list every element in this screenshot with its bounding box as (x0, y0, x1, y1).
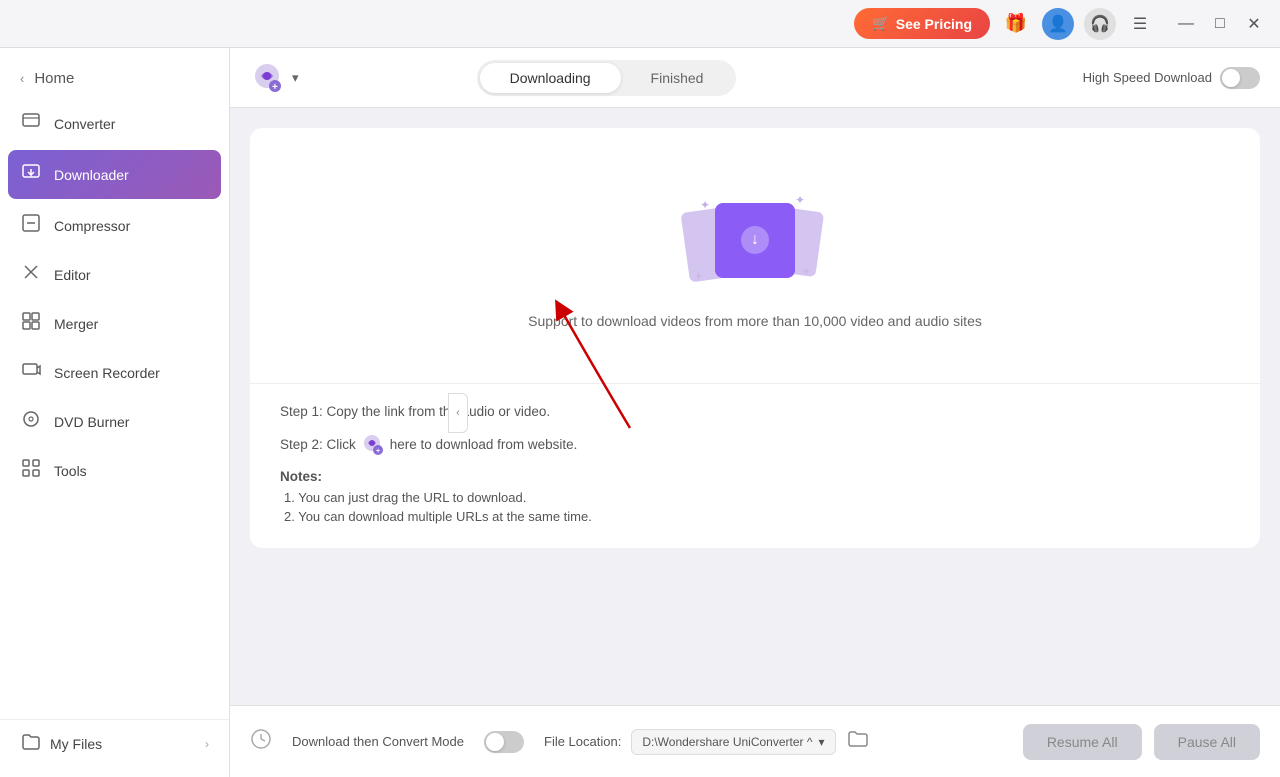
step2-line: Step 2: Click + here to download from we… (280, 433, 1230, 455)
home-label: Home (34, 70, 74, 87)
notes-section: Notes: 1. You can just drag the URL to d… (280, 469, 1230, 524)
folder-main: ↓ (715, 203, 795, 278)
convert-mode-label: Download then Convert Mode (292, 734, 464, 749)
tools-label: Tools (54, 463, 87, 479)
converter-label: Converter (54, 116, 115, 132)
download-zone: ↓ ✦ ✦ + + Support to download videos fro… (250, 128, 1260, 548)
content-area: ↓ ✦ ✦ + + Support to download videos fro… (230, 108, 1280, 705)
main-content: + ▾ Downloading Finished High Speed Down… (230, 48, 1280, 777)
convert-toggle-knob (486, 733, 504, 751)
converter-icon (20, 111, 42, 136)
headset-icon[interactable]: 🎧 (1084, 8, 1116, 40)
user-icon[interactable]: 👤 (1042, 8, 1074, 40)
high-speed-toggle[interactable] (1220, 67, 1260, 89)
step2-prefix: Step 2: Click (280, 437, 356, 452)
note2: 2. You can download multiple URLs at the… (280, 509, 1230, 524)
merger-label: Merger (54, 316, 98, 332)
toggle-knob (1222, 69, 1240, 87)
cart-icon: 🛒 (872, 15, 889, 32)
compressor-icon (20, 213, 42, 238)
tab-downloading[interactable]: Downloading (480, 63, 621, 93)
sidebar-item-screen-recorder[interactable]: Screen Recorder (0, 348, 229, 397)
svg-text:+: + (376, 448, 380, 455)
sidebar-collapse-button[interactable]: ‹ (448, 393, 468, 433)
dropdown-chevron-icon[interactable]: ▾ (292, 70, 299, 86)
tab-toggle: Downloading Finished (477, 60, 737, 96)
dvd-burner-icon (20, 409, 42, 434)
sparkle-1: ✦ (700, 198, 710, 212)
sparkle-4: + (803, 264, 810, 278)
my-files-icon (20, 732, 40, 755)
sidebar-item-merger[interactable]: Merger (0, 299, 229, 348)
downloader-nav-icon (20, 162, 42, 187)
my-files-label: My Files (50, 736, 102, 752)
folder-illustration: ↓ ✦ ✦ + + (695, 193, 815, 293)
app-body: ‹ Home Converter (0, 48, 1280, 777)
editor-label: Editor (54, 267, 91, 283)
sidebar-item-downloader[interactable]: Downloader (8, 150, 221, 199)
menu-button[interactable]: ☰ (1126, 10, 1154, 38)
compressor-label: Compressor (54, 218, 130, 234)
see-pricing-button[interactable]: 🛒 See Pricing (854, 8, 990, 39)
sidebar-item-dvd-burner[interactable]: DVD Burner (0, 397, 229, 446)
step1-text: Step 1: Copy the link from the audio or … (280, 404, 550, 419)
illustration-area: ↓ ✦ ✦ + + Support to download videos fro… (250, 128, 1260, 383)
merger-icon (20, 311, 42, 336)
see-pricing-label: See Pricing (896, 16, 972, 32)
file-location-label: File Location: (544, 734, 621, 749)
svg-text:+: + (272, 82, 278, 93)
download-arrow-icon: ↓ (741, 226, 769, 254)
file-location-section: File Location: D:\Wondershare UniConvert… (544, 728, 1003, 755)
dvd-burner-label: DVD Burner (54, 414, 129, 430)
file-path-dropdown[interactable]: D:\Wondershare UniConverter ^ ▾ (631, 729, 835, 755)
instructions: Step 1: Copy the link from the audio or … (250, 384, 1260, 548)
top-toolbar: + ▾ Downloading Finished High Speed Down… (230, 48, 1280, 108)
sidebar-item-compressor[interactable]: Compressor (0, 201, 229, 250)
sidebar-home[interactable]: ‹ Home (0, 58, 229, 99)
screen-recorder-icon (20, 360, 42, 385)
sparkle-3: + (695, 269, 702, 283)
sidebar: ‹ Home Converter (0, 48, 230, 777)
minimize-button[interactable]: — (1172, 10, 1200, 38)
maximize-button[interactable]: □ (1206, 10, 1234, 38)
sidebar-nav: Converter Downloader (0, 99, 229, 719)
step1-line: Step 1: Copy the link from the audio or … (280, 404, 1230, 419)
step2-suffix: here to download from website. (390, 437, 578, 452)
sidebar-item-converter[interactable]: Converter (0, 99, 229, 148)
downloader-label: Downloader (54, 167, 129, 183)
high-speed-section: High Speed Download (1083, 67, 1260, 89)
resume-all-button[interactable]: Resume All (1023, 724, 1142, 760)
screen-recorder-label: Screen Recorder (54, 365, 160, 381)
tab-finished[interactable]: Finished (621, 63, 734, 93)
sidebar-item-editor[interactable]: Editor (0, 250, 229, 299)
support-text: Support to download videos from more tha… (528, 313, 982, 329)
step2-downloader-icon: + (362, 433, 384, 455)
sidebar-item-my-files[interactable]: My Files › (0, 719, 229, 767)
tools-icon (20, 458, 42, 483)
clock-icon (250, 728, 272, 756)
editor-icon (20, 262, 42, 287)
file-path-text: D:\Wondershare UniConverter ^ (642, 735, 812, 749)
note1: 1. You can just drag the URL to download… (280, 490, 1230, 505)
gift-icon[interactable]: 🎁 (1000, 8, 1032, 40)
title-bar: 🛒 See Pricing 🎁 👤 🎧 ☰ — □ ✕ (0, 0, 1280, 48)
file-path-chevron-icon: ▾ (818, 735, 824, 749)
bottom-bar: Download then Convert Mode File Location… (230, 705, 1280, 777)
back-chevron-icon: ‹ (20, 71, 24, 86)
notes-title: Notes: (280, 469, 1230, 484)
pause-all-button[interactable]: Pause All (1154, 724, 1260, 760)
action-buttons: Resume All Pause All (1023, 724, 1260, 760)
high-speed-label: High Speed Download (1083, 70, 1212, 85)
convert-mode-toggle[interactable] (484, 731, 524, 753)
open-folder-button[interactable] (846, 728, 868, 755)
my-files-chevron-icon: › (205, 737, 209, 751)
sidebar-item-tools[interactable]: Tools (0, 446, 229, 495)
sparkle-2: ✦ (795, 193, 805, 207)
close-button[interactable]: ✕ (1240, 10, 1268, 38)
add-url-button[interactable]: + (250, 59, 288, 97)
